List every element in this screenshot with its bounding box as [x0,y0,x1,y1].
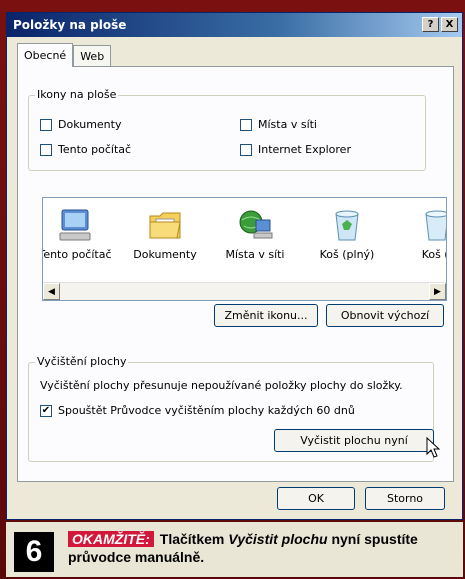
checkbox-box[interactable] [240,143,252,156]
title-bar: Položky na ploše ? X [7,13,462,37]
checkbox-box[interactable] [240,118,252,131]
caption-text: OKAMŽITĚ: Tlačítkem Vyčistit plochu nyní … [68,530,448,566]
scroll-left-button[interactable]: ◀ [43,283,60,300]
checkbox-network-places[interactable]: Místa v síti [240,118,317,131]
horizontal-scrollbar[interactable]: ◀ ▶ [43,282,446,300]
icon-item-my-computer[interactable]: Tento počítač [42,206,117,261]
checkbox-run-cleanup-wizard[interactable]: ✔ Spouštět Průvodce vyčištěním plochy ka… [40,404,355,417]
checkbox-box[interactable]: ✔ [40,404,52,417]
computer-icon [56,206,94,244]
tab-panel: Ikony na ploše Dokumenty Místa v síti Te… [17,66,454,482]
icon-label: Koš (plný) [319,248,375,261]
icon-list[interactable]: Tento počítač Dokumenty Místa v síti Koš… [42,197,447,301]
restore-default-button[interactable]: Obnovit výchozí [326,304,444,327]
close-button[interactable]: X [441,17,458,32]
caption-text-part1: Tlačítkem [159,531,229,547]
ok-button[interactable]: OK [277,487,355,510]
checkbox-my-computer[interactable]: Tento počítač [40,143,131,156]
tab-strip: Obecné Web [17,43,112,67]
icon-label: Dokumenty [133,248,197,261]
dialog-window: Položky na ploše ? X Obecné Web Ikony na… [6,12,463,520]
magazine-caption: 6 OKAMŽITĚ: Tlačítkem Vyčistit plochu nyn… [6,522,463,577]
tab-web[interactable]: Web [73,45,112,67]
desktop-icons-group: Ikony na ploše [28,88,426,171]
checkbox-label: Tento počítač [58,143,132,156]
icon-item-recycle-bin-full[interactable]: Koš (plný) [305,206,389,261]
checkbox-label: Dokumenty [58,118,122,131]
tab-general[interactable]: Obecné [17,43,74,67]
recycle-bin-full-icon [328,206,366,244]
caption-text-italic: Vyčistit plochu [228,531,328,547]
checkbox-label: Spouštět Průvodce vyčištěním plochy každ… [58,404,355,417]
checkbox-box[interactable] [40,118,52,131]
step-number: 6 [14,532,54,572]
checkbox-documents[interactable]: Dokumenty [40,118,121,131]
mouse-pointer-icon [426,437,440,458]
change-icon-button[interactable]: Změnit ikonu... [214,304,318,327]
desktop-cleanup-group-label: Vyčištění plochy [35,355,129,368]
clean-desktop-now-button[interactable]: Vyčistit plochu nyní [274,429,434,452]
recycle-bin-empty-icon [418,206,446,244]
network-places-icon [236,206,274,244]
icon-item-documents[interactable]: Dokumenty [123,206,207,261]
cleanup-description: Vyčištění plochy přesunuje nepoužívané p… [40,379,403,392]
scroll-right-button[interactable]: ▶ [429,283,446,300]
checkbox-label: Internet Explorer [258,143,351,156]
window-title: Položky na ploše [13,18,127,32]
icon-label: Tento počítač [42,248,112,261]
icon-label: Koš (| [421,248,446,261]
documents-folder-icon [146,206,184,244]
checkbox-internet-explorer[interactable]: Internet Explorer [240,143,351,156]
icon-item-recycle-bin-empty[interactable]: Koš (| [395,206,446,261]
checkbox-box[interactable] [40,143,52,156]
cancel-button[interactable]: Storno [365,487,445,510]
icon-item-network-places[interactable]: Místa v síti [213,206,297,261]
desktop-icons-group-label: Ikony na ploše [35,88,119,101]
help-button[interactable]: ? [422,17,439,32]
icon-label: Místa v síti [225,248,285,261]
caption-keyword: OKAMŽITĚ: [68,531,154,547]
checkbox-label: Místa v síti [258,118,317,131]
